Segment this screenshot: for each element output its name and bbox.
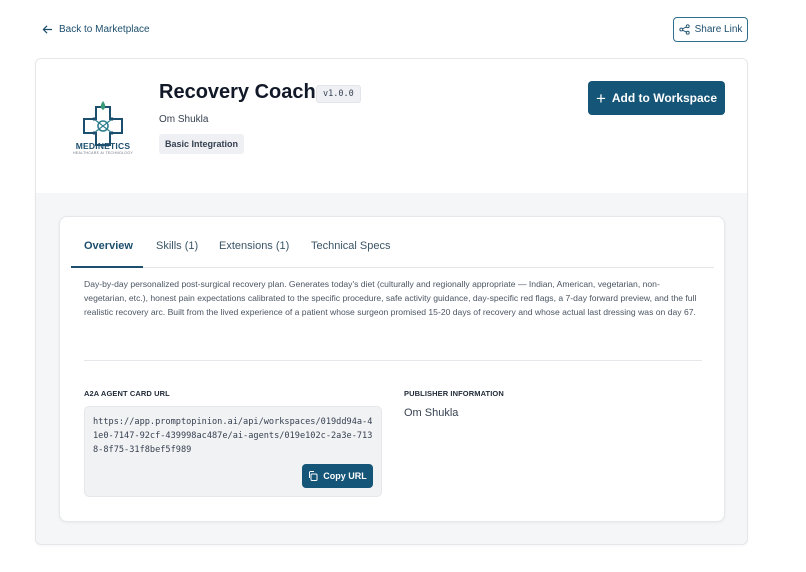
share-link-label: Share Link xyxy=(694,24,743,35)
add-to-workspace-label: Add to Workspace xyxy=(611,91,718,105)
share-icon xyxy=(678,24,690,35)
details-panel: Overview Skills (1) Extensions (1) Techn… xyxy=(59,216,725,522)
logo-wordmark: MEDINETICS xyxy=(75,141,131,151)
add-to-workspace-button[interactable]: + Add to Workspace xyxy=(588,81,725,115)
agent-card-url-box: https://app.promptopinion.ai/api/workspa… xyxy=(84,406,382,497)
section-divider xyxy=(84,360,702,361)
tab-skills[interactable]: Skills (1) xyxy=(156,240,198,252)
copy-icon xyxy=(309,471,318,481)
tab-extensions[interactable]: Extensions (1) xyxy=(219,240,289,252)
arrow-left-icon xyxy=(42,24,53,34)
agent-header: MEDINETICS HEALTHCARE AI TECHNOLOGY Reco… xyxy=(36,59,747,193)
active-tab-indicator xyxy=(71,266,143,268)
tab-bar: Overview Skills (1) Extensions (1) Techn… xyxy=(71,232,714,268)
publisher-info-label: PUBLISHER INFORMATION xyxy=(404,389,504,398)
agent-card-url: https://app.promptopinion.ai/api/workspa… xyxy=(93,417,373,455)
copy-url-button[interactable]: Copy URL xyxy=(302,464,373,488)
copy-url-label: Copy URL xyxy=(323,471,367,481)
agent-title: Recovery Coach xyxy=(159,81,316,103)
tab-technical-specs[interactable]: Technical Specs xyxy=(311,240,391,252)
publisher-name: Om Shukla xyxy=(404,407,459,419)
logo-tagline: HEALTHCARE AI TECHNOLOGY xyxy=(73,151,133,155)
agent-card-url-label: A2A AGENT CARD URL xyxy=(84,389,170,398)
plus-icon: + xyxy=(595,88,606,108)
back-link-label: Back to Marketplace xyxy=(59,23,150,35)
back-to-marketplace-link[interactable]: Back to Marketplace xyxy=(42,22,150,36)
agent-description: Day-by-day personalized post-surgical re… xyxy=(84,279,697,317)
share-link-button[interactable]: Share Link xyxy=(673,17,748,42)
tab-overview[interactable]: Overview xyxy=(84,240,133,252)
integration-tag: Basic Integration xyxy=(159,134,245,154)
agent-author: Om Shukla xyxy=(159,114,209,125)
agent-detail-card: MEDINETICS HEALTHCARE AI TECHNOLOGY Reco… xyxy=(35,58,748,545)
version-badge: v1.0.0 xyxy=(316,85,361,103)
